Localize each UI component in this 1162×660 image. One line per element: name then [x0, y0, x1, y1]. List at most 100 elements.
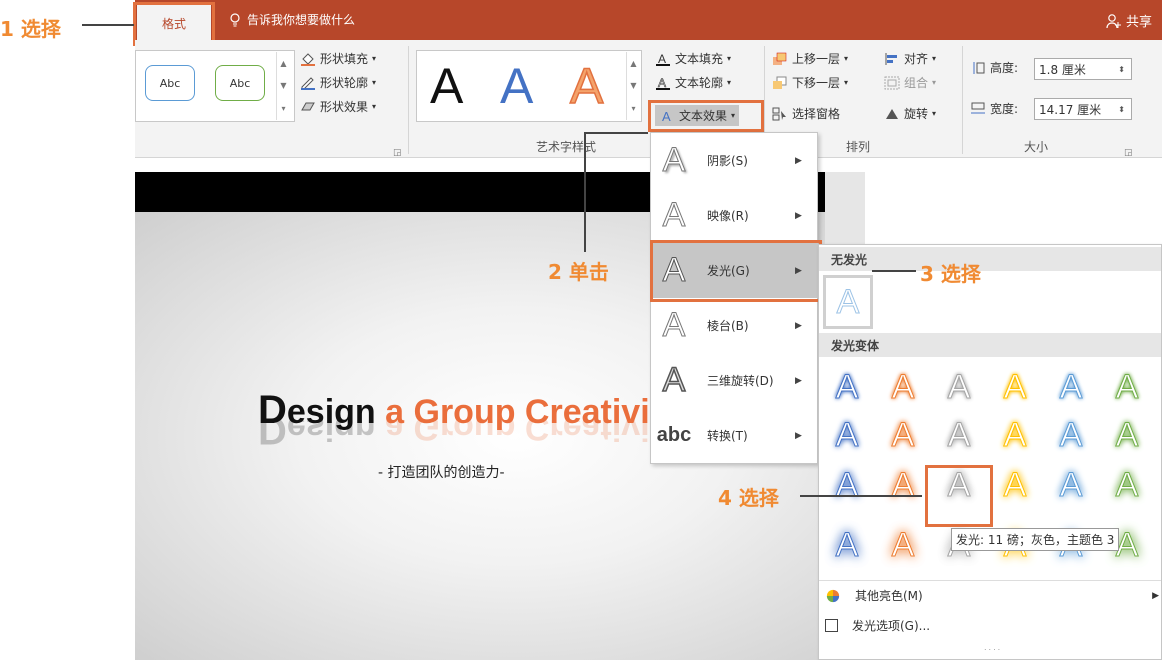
menu-item-label: 转换(T): [707, 429, 748, 443]
align-button[interactable]: 对齐 ▾: [884, 50, 936, 67]
ribbon-divider: [962, 46, 963, 154]
menu-item-label: 棱台(B): [707, 319, 749, 333]
glow-variant-2-5[interactable]: A: [1047, 411, 1095, 459]
dialog-launcher-icon[interactable]: ◲: [393, 148, 402, 158]
shape-outline-button[interactable]: 形状轮廓 ▾: [300, 74, 376, 91]
submenu-arrow-icon: ▶: [1152, 590, 1159, 601]
glow-variant-3-5[interactable]: A: [1047, 461, 1095, 509]
height-label: 高度:: [990, 61, 1019, 75]
svg-text:A: A: [658, 76, 666, 90]
wordart-style-blue[interactable]: A: [500, 56, 533, 116]
dialog-launcher-icon[interactable]: ◲: [1124, 148, 1133, 158]
menu-item-bevel[interactable]: A 棱台(B) ▶: [651, 298, 817, 353]
wordart-style-orange[interactable]: A: [569, 56, 604, 116]
bring-forward-label: 上移一层: [792, 52, 841, 66]
shape-effects-button[interactable]: 形状效果 ▾: [300, 98, 376, 115]
slide-title-reflection: Design a Group Creativity: [258, 420, 650, 452]
more-glow-colors-item[interactable]: 其他亮色(M) ▶: [825, 587, 1159, 604]
glow-variant-1-1[interactable]: A: [823, 363, 871, 411]
highlight-text-effects: [648, 100, 764, 132]
glow-options-item[interactable]: 发光选项(G)...: [825, 617, 930, 634]
size-group-label: 大小: [1024, 140, 1049, 154]
slide-subtitle[interactable]: - 打造团队的创造力-: [378, 462, 505, 482]
glow-tooltip: 发光: 11 磅；灰色，主题色 3: [951, 528, 1120, 551]
group-icon: [884, 76, 900, 89]
glow-variant-1-6[interactable]: A: [1103, 363, 1151, 411]
step4-annotation: 4 选择: [718, 486, 779, 510]
glow-submenu: 无发光 A 发光变体 AAAAAAAAAAAAAAAAAAAAAAAA 发光: …: [818, 244, 1162, 660]
group-button[interactable]: 组合 ▾: [884, 74, 936, 91]
shape-outline-label: 形状轮廓: [320, 76, 369, 90]
shape-fill-label: 形状填充: [320, 52, 369, 66]
glow-variant-4-1[interactable]: A: [823, 521, 871, 569]
menu-item-3d-rotation[interactable]: A 三维旋转(D) ▶: [651, 353, 817, 408]
menu-item-shadow[interactable]: A 阴影(S) ▶: [651, 133, 817, 188]
glow-variant-1-4[interactable]: A: [991, 363, 1039, 411]
gallery-scroll[interactable]: ▲ ▼ ▾: [276, 52, 290, 120]
height-value: 1.8 厘米: [1039, 62, 1086, 77]
glow-variants-header: 发光变体: [819, 333, 1161, 357]
send-backward-icon: [773, 76, 787, 89]
checkbox-icon: [825, 619, 838, 632]
glow-variant-4-2[interactable]: A: [879, 521, 927, 569]
submenu-arrow-icon: ▶: [795, 430, 802, 441]
wordart-style-black[interactable]: A: [430, 56, 463, 116]
svg-text:A: A: [658, 52, 666, 66]
glow-variant-2-4[interactable]: A: [991, 411, 1039, 459]
callout-line: [584, 132, 586, 252]
callout-line: [872, 270, 916, 272]
glow-variant-1-5[interactable]: A: [1047, 363, 1095, 411]
shadow-icon: A: [662, 141, 686, 180]
glow-variant-2-1[interactable]: A: [823, 411, 871, 459]
reflection-initial: D: [258, 420, 287, 452]
callout-line: [800, 495, 922, 497]
shape-style-abc-green[interactable]: Abc: [215, 65, 265, 101]
send-backward-button[interactable]: 下移一层 ▾: [772, 74, 848, 91]
glow-variant-2-3[interactable]: A: [935, 411, 983, 459]
share-label: 共享: [1125, 15, 1152, 30]
glow-variant-3-6[interactable]: A: [1103, 461, 1151, 509]
submenu-arrow-icon: ▶: [795, 210, 802, 221]
color-wheel-icon: [826, 589, 840, 602]
arrange-group-label: 排列: [846, 140, 871, 154]
shape-fill-button[interactable]: 形状填充 ▾: [300, 50, 376, 67]
selection-pane-icon: [772, 107, 786, 120]
glow-variant-3-1[interactable]: A: [823, 461, 871, 509]
bevel-icon: A: [662, 306, 686, 345]
resize-grip[interactable]: ....: [984, 643, 1002, 652]
glow-variant-1-2[interactable]: A: [879, 363, 927, 411]
width-input[interactable]: 14.17 厘米 ⬍: [1034, 98, 1132, 120]
reflection-rest: a Group Creativity: [375, 420, 650, 447]
rotate-icon: [886, 108, 898, 119]
height-label-group: 高度:: [970, 59, 1018, 76]
glow-variant-1-3[interactable]: A: [935, 363, 983, 411]
abc-label: Abc: [229, 76, 251, 90]
callout-line: [82, 24, 134, 26]
selection-pane-button[interactable]: 选择窗格: [772, 105, 840, 122]
height-input[interactable]: 1.8 厘米 ⬍: [1034, 58, 1132, 80]
shape-effects-icon: [301, 102, 315, 110]
menu-item-label: 阴影(S): [707, 154, 748, 168]
share-button[interactable]: 共享: [1106, 11, 1152, 30]
glow-variant-2-6[interactable]: A: [1103, 411, 1151, 459]
width-icon: [971, 102, 985, 113]
width-label-group: 宽度:: [970, 100, 1018, 117]
bring-forward-button[interactable]: 上移一层 ▾: [772, 50, 848, 67]
text-fill-icon: A: [656, 52, 670, 66]
wordart-gallery-scroll[interactable]: ▲ ▼ ▾: [626, 52, 640, 120]
no-glow-option[interactable]: A: [823, 275, 873, 329]
glow-variant-3-2[interactable]: A: [879, 461, 927, 509]
submenu-arrow-icon: ▶: [795, 320, 802, 331]
3d-rotation-icon: A: [662, 360, 686, 400]
shape-style-abc-blue[interactable]: Abc: [145, 65, 195, 101]
rotate-button[interactable]: 旋转 ▾: [884, 105, 936, 122]
text-outline-button[interactable]: A 文本轮廓 ▾: [655, 74, 731, 91]
glow-variant-3-4[interactable]: A: [991, 461, 1039, 509]
text-fill-button[interactable]: A 文本填充 ▾: [655, 50, 731, 67]
step1-annotation: 1 选择: [0, 17, 61, 41]
menu-item-label: 映像(R): [707, 209, 749, 223]
menu-item-transform[interactable]: abc 转换(T) ▶: [651, 408, 817, 463]
tell-me-box[interactable]: 告诉我你想要做什么: [229, 11, 355, 28]
menu-item-reflection[interactable]: A 映像(R) ▶: [651, 188, 817, 243]
glow-variant-2-2[interactable]: A: [879, 411, 927, 459]
